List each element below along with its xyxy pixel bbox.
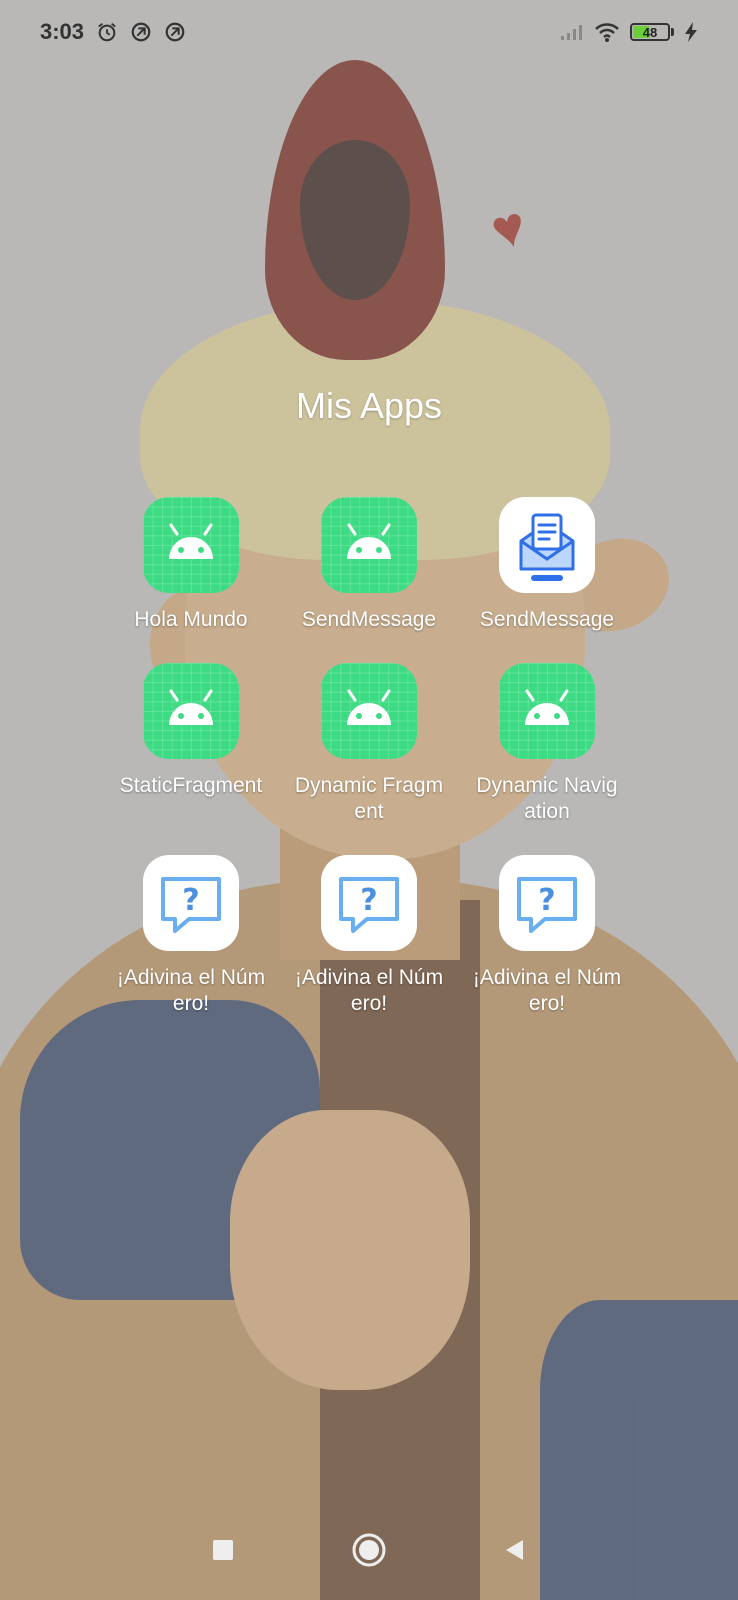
app-sendmessage-2[interactable]: SendMessage xyxy=(458,497,636,633)
app-label: SendMessage xyxy=(479,608,615,631)
clock: 3:03 xyxy=(40,19,85,44)
app-staticfragment[interactable]: StaticFragment xyxy=(102,663,280,825)
sync-icon xyxy=(165,22,185,42)
alarm-icon xyxy=(98,23,116,42)
app-label: ¡Adivina el Número! xyxy=(472,966,622,1015)
app-label: ¡Adivina el Número! xyxy=(116,966,266,1015)
app-hola-mundo[interactable]: Hola Mundo xyxy=(102,497,280,633)
battery-icon: 48 xyxy=(630,23,670,41)
app-adivina-numero-1[interactable]: ? ¡Adivina el Número! xyxy=(102,855,280,1017)
android-icon xyxy=(143,497,239,593)
app-label: Hola Mundo xyxy=(134,608,248,631)
app-label: StaticFragment xyxy=(119,774,263,797)
app-label: SendMessage xyxy=(301,608,437,631)
svg-text:?: ? xyxy=(360,883,377,918)
app-dynamic-navigation[interactable]: Dynamic Navigation xyxy=(458,663,636,825)
triangle-back-icon xyxy=(506,1540,523,1560)
android-icon xyxy=(321,497,417,593)
app-sendmessage[interactable]: SendMessage xyxy=(280,497,458,633)
signal-icon xyxy=(561,25,582,40)
circle-icon xyxy=(352,1533,386,1567)
android-icon xyxy=(143,663,239,759)
home-button[interactable] xyxy=(349,1530,389,1570)
android-icon xyxy=(499,663,595,759)
svg-text:?: ? xyxy=(538,883,555,918)
app-adivina-numero-3[interactable]: ? ¡Adivina el Número! xyxy=(458,855,636,1017)
square-icon xyxy=(213,1540,233,1560)
sync-icon xyxy=(131,22,151,42)
message-icon xyxy=(499,497,595,593)
nav-bar xyxy=(0,1500,738,1600)
app-dynamic-fragment[interactable]: Dynamic Fragment xyxy=(280,663,458,825)
app-label: ¡Adivina el Número! xyxy=(294,966,444,1015)
android-icon xyxy=(321,663,417,759)
recents-button[interactable] xyxy=(203,1530,243,1570)
svg-text:?: ? xyxy=(182,883,199,918)
wifi-icon xyxy=(595,23,619,42)
charging-icon xyxy=(685,22,697,42)
app-label: Dynamic Navigation xyxy=(476,774,618,823)
question-chat-icon: ? xyxy=(321,855,417,951)
question-chat-icon: ? xyxy=(499,855,595,951)
app-label: Dynamic Fragment xyxy=(294,774,444,823)
folder-title[interactable]: Mis Apps xyxy=(0,385,738,427)
back-button[interactable] xyxy=(495,1530,535,1570)
question-chat-icon: ? xyxy=(143,855,239,951)
battery-level: 48 xyxy=(642,24,658,40)
app-grid: Hola Mundo SendMessage SendMessage Stati… xyxy=(102,497,636,1017)
status-bar: 3:03 48 xyxy=(0,0,738,64)
app-adivina-numero-2[interactable]: ? ¡Adivina el Número! xyxy=(280,855,458,1017)
